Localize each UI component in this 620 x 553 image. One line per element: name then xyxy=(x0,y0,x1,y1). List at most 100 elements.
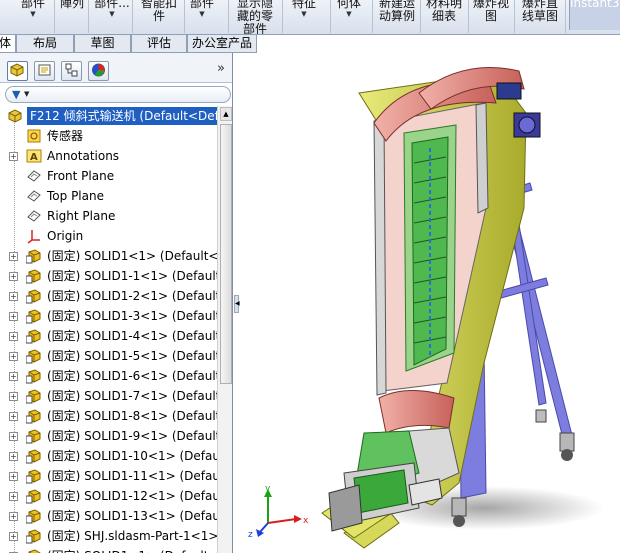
ribbon-button-1[interactable]: 陣列 xyxy=(58,0,86,10)
expand-plus-icon[interactable]: + xyxy=(9,252,18,261)
tree-item[interactable]: Origin xyxy=(0,226,217,246)
tree-item[interactable]: Top Plane xyxy=(0,186,217,206)
ribbon-button-6[interactable]: 特征 ▼ xyxy=(286,0,322,18)
annotations-icon: A xyxy=(26,148,42,164)
dropdown-arrow-icon[interactable]: ▼ xyxy=(286,10,322,18)
tree-item[interactable]: + (固定) SOLID1-11<1> (Default xyxy=(0,466,217,486)
ribbon-button-0[interactable]: 部件 ▼ xyxy=(18,0,48,18)
expand-plus-icon[interactable]: + xyxy=(9,372,18,381)
scroll-up-icon[interactable]: ▲ xyxy=(220,107,232,121)
ribbon-button-label: 部件... xyxy=(94,0,130,10)
part-icon xyxy=(25,468,42,484)
tree-item[interactable]: + (固定) SOLID1-4<1> (Default< xyxy=(0,326,217,346)
y-axis-label: y xyxy=(265,484,271,494)
graphics-viewport[interactable]: y x z xyxy=(234,53,620,553)
tree-item[interactable]: Right Plane xyxy=(0,206,217,226)
tree-item[interactable]: + (固定) SOLID1<1> (Default<< xyxy=(0,246,217,266)
tab-4[interactable]: 办公室产品 xyxy=(187,35,257,53)
expand-plus-icon[interactable]: + xyxy=(9,272,18,281)
ribbon-button-label: 爆炸视 图 xyxy=(472,0,509,23)
ribbon-button-4[interactable]: 部件 ▼ xyxy=(188,0,216,18)
tree-item[interactable]: + (固定) SOLID1-5<1> (Default< xyxy=(0,346,217,366)
ribbon-button-10[interactable]: 爆炸视 图 xyxy=(472,0,510,23)
tree-item[interactable]: 传感器 xyxy=(0,126,217,146)
tree-item[interactable]: + (固定) SOLID1-12<1> (Default xyxy=(0,486,217,506)
expand-plus-icon[interactable]: + xyxy=(9,352,18,361)
tree-item-label: (固定) SOLID1-5<1> (Default< xyxy=(47,349,217,363)
configuration-manager-tab-icon[interactable] xyxy=(61,61,82,81)
tree-filter-box[interactable]: ▼ ▼ xyxy=(5,86,231,103)
tree-item[interactable]: +(固定) SOLID1<1> (Default< xyxy=(0,546,217,553)
z-axis-label: z xyxy=(248,530,253,540)
expand-plus-icon[interactable]: + xyxy=(9,492,18,501)
tree-item[interactable]: + (固定) SOLID1-9<1> (Default< xyxy=(0,426,217,446)
feature-tree: F212 倾斜式输送机 (Default<Default 传感器 + A Annotat… xyxy=(0,106,217,553)
expand-plus-icon[interactable]: + xyxy=(9,392,18,401)
part-icon xyxy=(25,408,42,424)
ribbon-button-7[interactable]: 何体 ▼ xyxy=(334,0,364,18)
tree-item[interactable]: + (固定) SOLID1-6<1> (Default< xyxy=(0,366,217,386)
tree-item-label: (固定) SOLID1-12<1> (Default xyxy=(47,489,217,503)
tree-item[interactable]: Front Plane xyxy=(0,166,217,186)
tree-root-assembly[interactable]: F212 倾斜式输送机 (Default<Default xyxy=(0,106,217,126)
ribbon-button-8[interactable]: 新建运 动算例 xyxy=(376,0,418,23)
svg-text:A: A xyxy=(30,152,38,163)
x-axis-line xyxy=(267,518,297,524)
tree-item-label: (固定) SOLID1<1> (Default< xyxy=(47,546,217,553)
expand-plus-icon[interactable]: + xyxy=(9,432,18,441)
dropdown-arrow-icon[interactable]: ▼ xyxy=(92,10,132,18)
tree-item[interactable]: + (固定) SOLID1-2<1> (Default< xyxy=(0,286,217,306)
tree-item[interactable]: + (固定) SOLID1-3<1> (Default< xyxy=(0,306,217,326)
dropdown-arrow-icon[interactable]: ▼ xyxy=(334,10,364,18)
ribbon-button-label: 显示隐 藏的零 部件 xyxy=(236,0,273,35)
expand-plus-icon[interactable]: + xyxy=(9,512,18,521)
part-icon xyxy=(26,548,42,553)
scrollbar-thumb[interactable] xyxy=(220,124,232,384)
display-manager-tab-icon[interactable] xyxy=(88,61,109,81)
tree-item[interactable]: + (固定) SHJ.sldasm-Part-1<1> xyxy=(0,526,217,546)
ribbon-button-3[interactable]: 智能扣 件 xyxy=(136,0,182,23)
panel-splitter-handle[interactable]: ◀ xyxy=(234,295,240,313)
tree-scrollbar[interactable]: ▲ xyxy=(217,106,232,553)
ribbon-button-label: 部件 xyxy=(189,0,214,10)
tree-item-label: (固定) SOLID1-2<1> (Default< xyxy=(47,289,217,303)
tree-item[interactable]: + (固定) SOLID1-7<1> (Default< xyxy=(0,386,217,406)
dropdown-arrow-icon[interactable]: ▼ xyxy=(18,10,48,18)
part-icon xyxy=(25,368,42,384)
tree-item[interactable]: + (固定) SOLID1-1<1> (Default< xyxy=(0,266,217,286)
tree-item-label: (固定) SOLID1-10<1> (Default xyxy=(47,449,217,463)
expand-plus-icon[interactable]: + xyxy=(9,452,18,461)
tree-item-label: (固定) SOLID1-1<1> (Default< xyxy=(47,269,217,283)
property-manager-tab-icon[interactable] xyxy=(34,61,55,81)
ribbon-separator xyxy=(228,0,229,33)
tab-0[interactable]: 体 xyxy=(0,35,16,53)
expand-plus-icon[interactable]: + xyxy=(9,412,18,421)
ribbon-button-5[interactable]: 显示隐 藏的零 部件 xyxy=(232,0,278,35)
tree-item[interactable]: + (固定) SOLID1-10<1> (Default xyxy=(0,446,217,466)
tree-item-label: F212 倾斜式输送机 (Default<Default xyxy=(27,107,217,125)
expand-plus-icon[interactable]: + xyxy=(9,532,18,541)
more-tabs-chevron-icon[interactable]: » xyxy=(217,61,225,76)
expand-plus-icon[interactable]: + xyxy=(9,152,18,161)
ribbon-separator xyxy=(132,0,133,33)
ribbon-button-9[interactable]: 材料明 细表 xyxy=(424,0,464,23)
tree-item-label: (固定) SOLID1-11<1> (Default xyxy=(47,469,217,483)
tab-1[interactable]: 布局 xyxy=(16,35,74,53)
tree-item[interactable]: + (固定) SOLID1-13<1> (Default xyxy=(0,506,217,526)
expand-plus-icon[interactable]: + xyxy=(9,332,18,341)
tree-item-label: (固定) SOLID1-9<1> (Default< xyxy=(47,429,217,443)
tab-2[interactable]: 草图 xyxy=(74,35,131,53)
tree-item[interactable]: + (固定) SOLID1-8<1> (Default< xyxy=(0,406,217,426)
feature-manager-tab-icon[interactable] xyxy=(7,61,28,81)
ribbon-button-11[interactable]: 爆炸直 线草图 xyxy=(518,0,562,23)
expand-plus-icon[interactable]: + xyxy=(9,312,18,321)
expand-plus-icon[interactable]: + xyxy=(9,292,18,301)
ribbon-button-2[interactable]: 部件... ▼ xyxy=(92,0,132,18)
expand-plus-icon[interactable]: + xyxy=(9,472,18,481)
ribbon-button-label: 材料明 细表 xyxy=(425,0,462,23)
tab-3[interactable]: 评估 xyxy=(131,35,187,53)
dropdown-arrow-icon[interactable]: ▼ xyxy=(188,10,216,18)
tree-item[interactable]: + A Annotations xyxy=(0,146,217,166)
ribbon-button-12[interactable]: Instant3D xyxy=(569,0,620,30)
ribbon-separator xyxy=(565,0,566,33)
